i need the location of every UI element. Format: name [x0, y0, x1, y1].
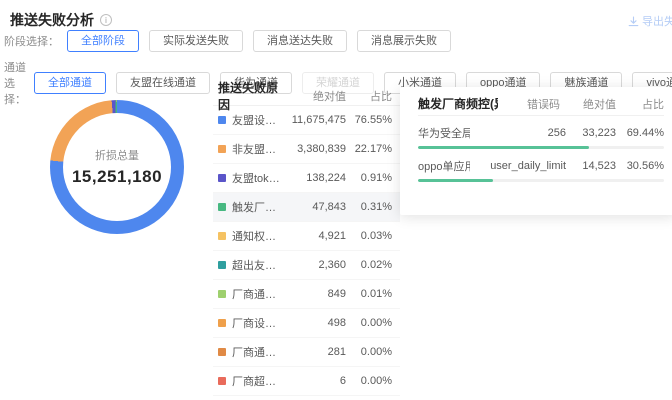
stage-filter-delivery-fail[interactable]: 消息送达失败 — [253, 30, 347, 52]
reason-row-umeng-limit-exceeded[interactable]: 超出友盟管控限制 2,360 0.02% — [213, 251, 400, 280]
breakdown-row-oppo-daily-limit: oppo单应用单设备频率限制 user_daily_limit 14,523 3… — [418, 158, 664, 182]
stage-filter-label: 阶段选择： — [4, 33, 59, 49]
push-failure-analysis-page: 推送失败分析 i 导出失败明细 阶段选择： 全部阶段 实际发送失败 消息送达失败 … — [0, 0, 672, 400]
reason-col-header: 推送失败原因 — [218, 79, 284, 113]
progress-bar-track — [418, 146, 664, 149]
failure-reason-table: 推送失败原因 绝对值 占比 友盟设备未注册 11,675,475 76.55% … — [213, 86, 400, 396]
reason-row-vendor-freq-control[interactable]: 触发厂商频控(异步返回) 47,843 0.31% — [213, 193, 400, 222]
page-title: 推送失败分析 i — [10, 10, 112, 30]
breakdown-row-huawei-global-freq: 华为受全局营销消息频次限制 256 33,223 69.44% — [418, 125, 664, 149]
legend-swatch — [218, 203, 226, 211]
donut-center-value: 15,251,180 — [72, 167, 162, 187]
pct-col-header: 占比 — [346, 88, 392, 104]
abs-value-col-header: 绝对值 — [560, 96, 616, 112]
progress-bar-track — [418, 179, 664, 182]
progress-bar-fill — [418, 146, 589, 149]
reason-row-vendor-delivery-other[interactable]: 厂商通道送达失败其他原因 849 0.01% — [213, 280, 400, 309]
stage-filter-all[interactable]: 全部阶段 — [67, 30, 139, 52]
legend-swatch — [218, 290, 226, 298]
legend-swatch — [218, 377, 226, 385]
reason-row-vendor-overfreq-sync[interactable]: 厂商超频(同步返回) 6 0.00% — [213, 367, 400, 396]
channel-filter-label: 通道选择： — [4, 59, 26, 107]
loss-donut-chart: 折损总量 15,251,180 — [50, 100, 184, 234]
export-link[interactable]: 导出失败明细 — [628, 13, 672, 29]
legend-swatch — [218, 348, 226, 356]
reason-row-device-inactive[interactable]: 厂商设备不活跃/休眠 498 0.00% — [213, 309, 400, 338]
reason-row-non-umeng-device[interactable]: 非友盟设备 3,380,839 22.17% — [213, 135, 400, 164]
legend-swatch — [218, 261, 226, 269]
channel-filter-all[interactable]: 全部通道 — [34, 72, 106, 94]
reason-row-token-invalid[interactable]: 友盟token失效 138,224 0.91% — [213, 164, 400, 193]
legend-swatch — [218, 174, 226, 182]
legend-swatch — [218, 145, 226, 153]
donut-center: 折损总量 15,251,180 — [50, 100, 184, 234]
breakdown-title: 触发厂商频控(异步返回)的细分... — [418, 95, 498, 112]
freq-control-breakdown-card: 触发厂商频控(异步返回)的细分... 错误码 绝对值 占比 华为受全局营销消息频… — [400, 87, 672, 215]
error-code-col-header: 错误码 — [498, 96, 560, 112]
stage-filter-send-fail[interactable]: 实际发送失败 — [149, 30, 243, 52]
reason-row-notify-permission-off[interactable]: 通知权限关闭 4,921 0.03% — [213, 222, 400, 251]
download-icon — [628, 16, 639, 27]
stage-filter-display-fail[interactable]: 消息展示失败 — [357, 30, 451, 52]
legend-swatch — [218, 319, 226, 327]
page-title-text: 推送失败分析 — [10, 12, 94, 28]
breakdown-header: 触发厂商频控(异步返回)的细分... 错误码 绝对值 占比 — [418, 96, 664, 116]
legend-swatch — [218, 232, 226, 240]
value-col-header: 绝对值 — [284, 88, 346, 104]
channel-filter-umeng[interactable]: 友盟在线通道 — [116, 72, 210, 94]
info-icon[interactable]: i — [100, 14, 112, 26]
donut-center-label: 折损总量 — [95, 147, 139, 163]
progress-bar-fill — [418, 179, 493, 182]
legend-swatch — [218, 116, 226, 124]
export-link-label: 导出失败明细 — [642, 13, 672, 29]
failure-reason-table-header: 推送失败原因 绝对值 占比 — [213, 86, 400, 106]
pct-col-header: 占比 — [616, 96, 664, 112]
stage-filter-row: 阶段选择： 全部阶段 实际发送失败 消息送达失败 消息展示失败 — [4, 30, 461, 52]
reason-row-vendor-token-invalid[interactable]: 厂商通道token失效/卸载 281 0.00% — [213, 338, 400, 367]
